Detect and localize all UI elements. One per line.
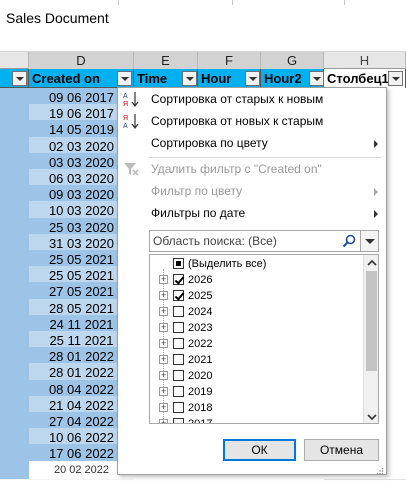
column-letter-blank[interactable]: [0, 52, 29, 69]
expand-plus-icon[interactable]: +: [159, 291, 168, 300]
filter-search-text: Область поиска: (Все): [153, 234, 277, 248]
checklist-item[interactable]: +2017: [150, 416, 362, 424]
checklist-item[interactable]: +2018: [150, 400, 362, 416]
column-letter-h[interactable]: H: [324, 52, 406, 69]
sort-by-color-label: Сортировка по цвету: [151, 136, 268, 150]
checklist-item[interactable]: (Выделить все): [150, 256, 362, 272]
checkbox[interactable]: [173, 274, 184, 285]
clear-filter-icon: [122, 160, 140, 178]
table-header-row: Created on Time Hour Hour2 Столбец1: [0, 69, 406, 88]
filter-button-created-on[interactable]: [117, 71, 132, 86]
column-letter-g[interactable]: G: [261, 52, 324, 69]
clear-filter-label: Удалить фильтр с "Created on": [151, 162, 322, 176]
checklist-item[interactable]: +2022: [150, 336, 362, 352]
expand-plus-icon[interactable]: +: [159, 275, 168, 284]
sort-ascending-icon: AЯ: [122, 90, 140, 108]
checklist-item-label: 2017: [188, 418, 213, 424]
checklist-item-label: 2026: [188, 274, 213, 286]
filter-by-color-label: Фильтр по цвету: [151, 184, 243, 198]
row-cell-a[interactable]: [0, 460, 29, 480]
checkbox[interactable]: [173, 306, 184, 317]
svg-text:A: A: [123, 123, 128, 130]
sort-ascending-item[interactable]: AЯ Сортировка от старых к новым: [118, 88, 386, 110]
submenu-arrow-icon: [374, 210, 378, 218]
sort-descending-item[interactable]: ЯA Сортировка от новых к старым: [118, 110, 386, 132]
checklist-item-label: 2018: [188, 402, 213, 414]
checklist-item-label: 2020: [188, 370, 213, 382]
checkbox[interactable]: [173, 338, 184, 349]
filter-button-col-h[interactable]: [388, 71, 403, 86]
expand-plus-icon[interactable]: +: [159, 339, 168, 348]
checklist-item-label: 2022: [188, 338, 213, 350]
checklist-item[interactable]: +2025: [150, 288, 362, 304]
checkbox[interactable]: [173, 322, 184, 333]
sort-descending-icon: ЯA: [122, 112, 140, 130]
scroll-thumb[interactable]: [366, 271, 377, 371]
checklist-item-label: 2019: [188, 386, 213, 398]
checklist-item-label: 2021: [188, 354, 213, 366]
ok-button[interactable]: ОК: [223, 439, 296, 461]
checklist-item-label: 2024: [188, 306, 213, 318]
checklist-item-label: 2023: [188, 322, 213, 334]
checkbox[interactable]: [173, 370, 184, 381]
date-filters-item[interactable]: Фильтры по дате: [118, 202, 386, 224]
checklist-item-label: (Выделить все): [188, 258, 267, 270]
svg-text:A: A: [123, 93, 128, 100]
search-scope-dropdown[interactable]: [360, 231, 378, 251]
clear-filter-item[interactable]: Удалить фильтр с "Created on": [118, 158, 386, 180]
svg-text:Я: Я: [123, 101, 128, 108]
submenu-arrow-icon: [374, 188, 378, 196]
column-letter-e[interactable]: E: [134, 52, 198, 69]
checkbox[interactable]: [173, 354, 184, 365]
checklist-item[interactable]: +2023: [150, 320, 362, 336]
expand-plus-icon[interactable]: +: [159, 419, 168, 423]
value-checklist: (Выделить все) +2026 +2025 +2024 +2023 +2022 +…: [149, 254, 379, 424]
search-icon[interactable]: [342, 234, 356, 248]
sort-descending-label: Сортировка от новых к старым: [151, 114, 324, 128]
filter-button-a[interactable]: [12, 71, 27, 86]
checklist-item[interactable]: +2024: [150, 304, 362, 320]
date-filters-label: Фильтры по дате: [151, 206, 246, 220]
filter-button-hour2[interactable]: [309, 71, 324, 86]
column-letter-f[interactable]: F: [198, 52, 261, 69]
filter-button-time[interactable]: [182, 71, 197, 86]
checklist-item[interactable]: +2026: [150, 272, 362, 288]
checklist-scrollbar[interactable]: [363, 255, 378, 423]
expand-plus-icon[interactable]: +: [159, 307, 168, 316]
sort-ascending-label: Сортировка от старых к новым: [151, 92, 324, 106]
column-letter-d[interactable]: D: [29, 52, 134, 69]
scroll-down-icon[interactable]: [367, 411, 377, 421]
checkbox[interactable]: [173, 386, 184, 397]
filter-button-hour[interactable]: [245, 71, 260, 86]
expand-plus-icon[interactable]: +: [159, 371, 168, 380]
top-grid-lines: [0, 0, 406, 5]
checklist-item[interactable]: +2020: [150, 368, 362, 384]
checklist-item[interactable]: +2021: [150, 352, 362, 368]
filter-search-field[interactable]: Область поиска: (Все): [149, 230, 379, 252]
sheet-title: Sales Document: [6, 10, 109, 26]
expand-plus-icon[interactable]: +: [159, 387, 168, 396]
checkbox[interactable]: [173, 402, 184, 413]
expand-plus-icon[interactable]: +: [159, 355, 168, 364]
sort-by-color-item[interactable]: Сортировка по цвету: [118, 132, 386, 154]
scroll-up-icon[interactable]: [367, 257, 377, 267]
expand-plus-icon[interactable]: +: [159, 403, 168, 412]
expand-plus-icon[interactable]: +: [159, 323, 168, 332]
checkbox[interactable]: [173, 258, 184, 269]
filter-by-color-item[interactable]: Фильтр по цвету: [118, 180, 386, 202]
column-letter-bar: D E F G H: [0, 52, 406, 69]
checklist-item[interactable]: +2019: [150, 384, 362, 400]
checkbox[interactable]: [173, 418, 184, 423]
sheet-title-area: Sales Document: [0, 0, 406, 52]
submenu-arrow-icon: [374, 140, 378, 148]
resize-grip-icon[interactable]: [376, 464, 384, 475]
checklist-item-label: 2025: [188, 290, 213, 302]
checkbox[interactable]: [173, 290, 184, 301]
cancel-button[interactable]: Отмена: [304, 439, 379, 461]
svg-text:Я: Я: [123, 115, 128, 122]
filter-dropdown-panel: AЯ Сортировка от старых к новым ЯA Сорти…: [117, 87, 387, 475]
